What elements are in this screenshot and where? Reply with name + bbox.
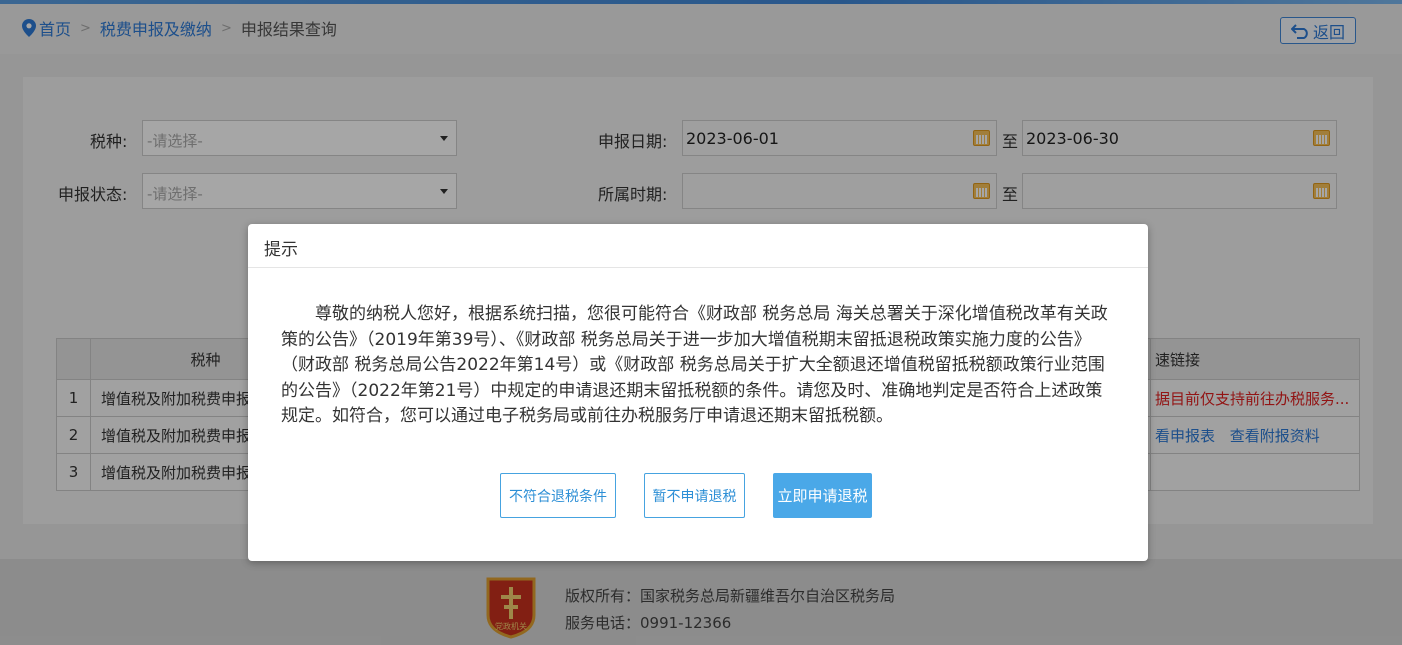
not-eligible-button[interactable]: 不符合退税条件 bbox=[500, 473, 616, 518]
tip-dialog: 提示 尊敬的纳税人您好，根据系统扫描，您很可能符合《财政部 税务总局 海关总署关… bbox=[248, 224, 1148, 561]
dialog-message: 尊敬的纳税人您好，根据系统扫描，您很可能符合《财政部 税务总局 海关总署关于深化… bbox=[281, 304, 1108, 427]
dialog-title: 提示 bbox=[248, 224, 1148, 268]
apply-later-button[interactable]: 暂不申请退税 bbox=[644, 473, 745, 518]
apply-refund-button[interactable]: 立即申请退税 bbox=[773, 473, 872, 518]
